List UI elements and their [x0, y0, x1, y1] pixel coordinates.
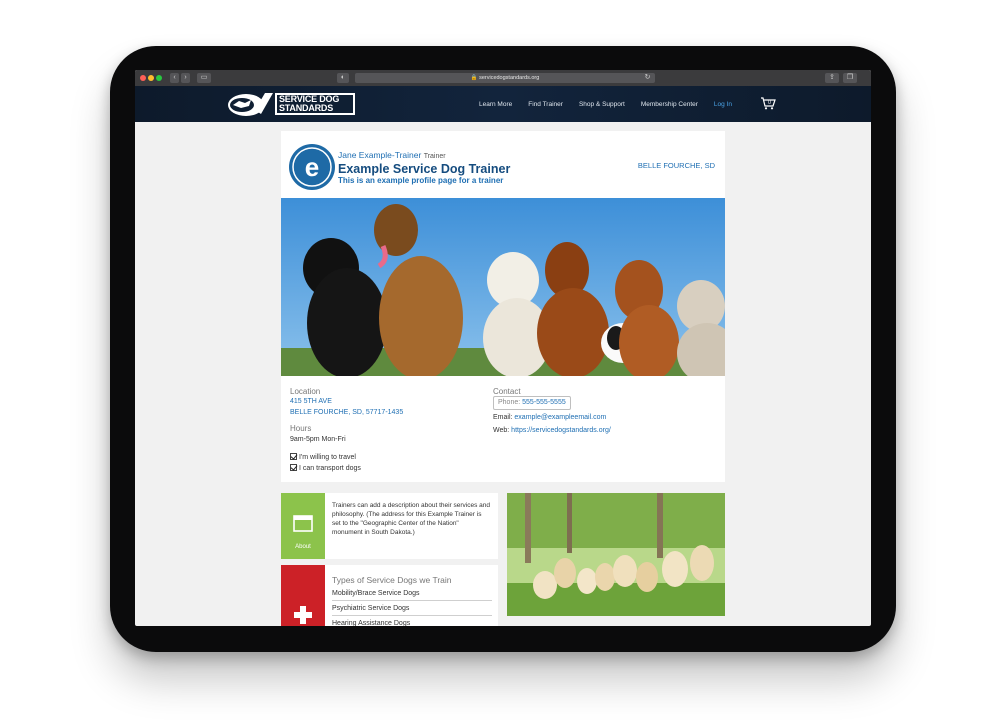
profile-tagline: This is an example profile page for a tr…	[338, 176, 504, 185]
web-line: Web: https://servicedogstandards.org/	[493, 427, 611, 434]
phone-field[interactable]: Phone: 555-555-5555	[493, 396, 571, 410]
email-link[interactable]: example@exampleemail.com	[514, 414, 606, 421]
privacy-shield-icon[interactable]: ◐	[337, 73, 349, 83]
travel-option-label: I'm willing to travel	[299, 454, 356, 461]
service-types-panel: Types of Service Dogs we Train Mobility/…	[281, 565, 498, 626]
email-label: Email:	[493, 414, 513, 421]
sidebar-icon[interactable]: ▭	[197, 73, 211, 83]
travel-option: I'm willing to travel	[290, 453, 356, 461]
dog-logo-icon	[228, 93, 273, 116]
trainer-role: Trainer	[423, 153, 446, 160]
nav-shop-support[interactable]: Shop & Support	[579, 101, 625, 108]
about-text: Trainers can add a description about the…	[332, 502, 491, 536]
browser-toolbar: ‹ › ▭ ◐ 🔒 servicedogstandards.org ↻ ⇪ ❐	[135, 70, 871, 86]
cart-count: 0	[768, 100, 771, 106]
checkbox-checked-icon	[290, 453, 297, 460]
forward-icon[interactable]: ›	[181, 73, 190, 83]
nav-membership-center[interactable]: Membership Center	[641, 101, 698, 108]
maximize-window-button[interactable]	[156, 75, 162, 81]
back-icon[interactable]: ‹	[170, 73, 179, 83]
share-icon[interactable]: ⇪	[825, 73, 839, 83]
trainer-avatar: e	[289, 144, 335, 190]
web-link[interactable]: https://servicedogstandards.org/	[511, 427, 611, 434]
email-line: Email: example@exampleemail.com	[493, 414, 606, 421]
trainer-name: Jane Example-Trainer	[338, 150, 422, 160]
transport-option: I can transport dogs	[290, 464, 361, 472]
nav-log-in[interactable]: Log In	[714, 101, 732, 108]
checkbox-checked-icon	[290, 464, 297, 471]
address-line-2[interactable]: BELLE FOURCHE, SD, 57717-1435	[290, 409, 403, 416]
service-type-item: Hearing Assistance Dogs	[332, 618, 492, 626]
trainer-profile-card: e Jane Example-Trainer Trainer Example S…	[281, 131, 725, 482]
address-line-1[interactable]: 415 5TH AVE	[290, 398, 332, 405]
location-heading: Location	[290, 387, 321, 396]
trainer-name-line: Jane Example-Trainer Trainer	[338, 150, 446, 160]
phone-number: 555-555-5555	[522, 399, 566, 406]
web-label: Web:	[493, 427, 510, 434]
about-tile[interactable]: About	[281, 493, 325, 559]
main-nav: Learn More Find Trainer Shop & Support M…	[479, 86, 748, 122]
dogs-hero-photo	[281, 198, 725, 376]
close-window-button[interactable]	[140, 75, 146, 81]
site-header: SERVICE DOG STANDARDS Learn More Find Tr…	[135, 86, 871, 122]
service-type-item: Mobility/Brace Service Dogs	[332, 588, 492, 601]
logo-line-2: STANDARDS	[279, 103, 334, 113]
about-panel: About Trainers can add a description abo…	[281, 493, 498, 559]
minimize-window-button[interactable]	[148, 75, 154, 81]
medical-cross-icon	[294, 606, 312, 624]
transport-option-label: I can transport dogs	[299, 465, 361, 472]
avatar-letter: e	[305, 152, 319, 182]
hours-value: 9am-5pm Mon-Fri	[290, 436, 346, 443]
cart-icon[interactable]: 0	[760, 96, 776, 110]
retrievers-photo	[507, 493, 725, 616]
site-logo[interactable]: SERVICE DOG STANDARDS	[225, 89, 357, 119]
nav-find-trainer[interactable]: Find Trainer	[528, 101, 563, 108]
reload-icon[interactable]: ↻	[643, 73, 652, 83]
service-types-heading: Types of Service Dogs we Train	[332, 575, 452, 585]
tabs-icon[interactable]: ❐	[843, 73, 857, 83]
service-types-tile[interactable]	[281, 565, 325, 626]
phone-label: Phone:	[498, 399, 521, 406]
contact-heading: Contact	[493, 387, 521, 396]
business-name: Example Service Dog Trainer	[338, 162, 511, 176]
about-tile-label: About	[295, 544, 311, 550]
trainer-city: BELLE FOURCHE, SD	[637, 161, 715, 170]
nav-learn-more[interactable]: Learn More	[479, 101, 512, 108]
address-bar[interactable]: 🔒 servicedogstandards.org	[355, 73, 655, 83]
calendar-icon	[293, 515, 313, 532]
logo-wordmark: SERVICE DOG STANDARDS	[275, 93, 355, 115]
hours-heading: Hours	[290, 424, 312, 433]
screen: ‹ › ▭ ◐ 🔒 servicedogstandards.org ↻ ⇪ ❐ …	[135, 70, 871, 626]
service-type-item: Psychiatric Service Dogs	[332, 603, 492, 616]
url-text: servicedogstandards.org	[479, 75, 540, 81]
trainer-logo-icon: e	[292, 147, 332, 187]
